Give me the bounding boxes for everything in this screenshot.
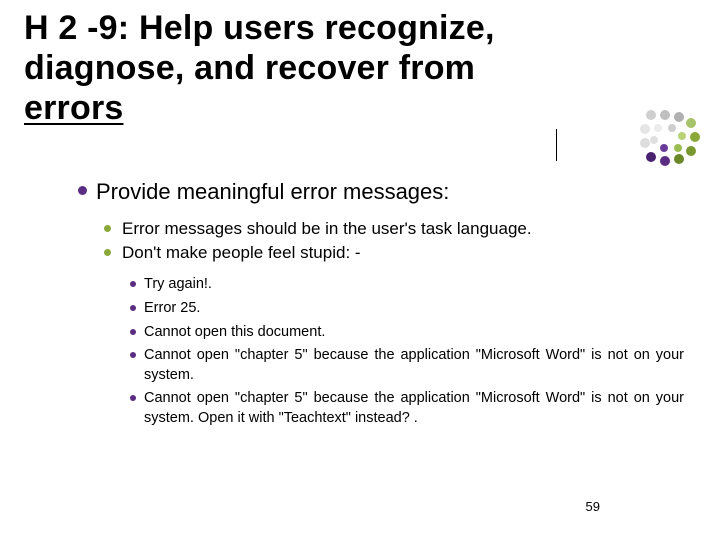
level-2-list: Error messages should be in the user's t… <box>122 218 684 266</box>
deco-dot <box>640 138 650 148</box>
bullet-level-3: Cannot open "chapter 5" because the appl… <box>144 346 684 385</box>
bullet-level-3: Try again!. <box>144 275 684 295</box>
deco-dot <box>646 152 656 162</box>
slide: H 2 -9: Help users recognize, diagnose, … <box>0 0 720 540</box>
bullet-level-3: Cannot open this document. <box>144 323 684 343</box>
page-number: 59 <box>586 499 600 514</box>
deco-dot <box>674 144 682 152</box>
slide-body: Provide meaningful error messages: Error… <box>96 178 684 432</box>
deco-dot <box>640 124 650 134</box>
deco-dot <box>650 136 658 144</box>
bullet-level-1: Provide meaningful error messages: <box>96 178 684 206</box>
dots-decoration <box>640 110 696 166</box>
deco-dot <box>646 110 656 120</box>
deco-dot <box>678 132 686 140</box>
deco-dot <box>674 154 684 164</box>
title-cursor-mark <box>556 129 557 161</box>
deco-dot <box>660 110 670 120</box>
deco-dot <box>674 112 684 122</box>
deco-dot <box>686 146 696 156</box>
bullet-level-3: Cannot open "chapter 5" because the appl… <box>144 389 684 428</box>
deco-dot <box>668 124 676 132</box>
deco-dot <box>690 132 700 142</box>
bullet-level-2: Error messages should be in the user's t… <box>122 218 684 241</box>
deco-dot <box>654 124 662 132</box>
slide-title: H 2 -9: Help users recognize, diagnose, … <box>24 8 554 128</box>
deco-dot <box>660 156 670 166</box>
bullet-level-3: Error 25. <box>144 299 684 319</box>
level-3-list: Try again!. Error 25. Cannot open this doc… <box>144 275 684 428</box>
deco-dot <box>686 118 696 128</box>
bullet-level-2: Don't make people feel stupid: - <box>122 242 684 265</box>
deco-dot <box>660 144 668 152</box>
